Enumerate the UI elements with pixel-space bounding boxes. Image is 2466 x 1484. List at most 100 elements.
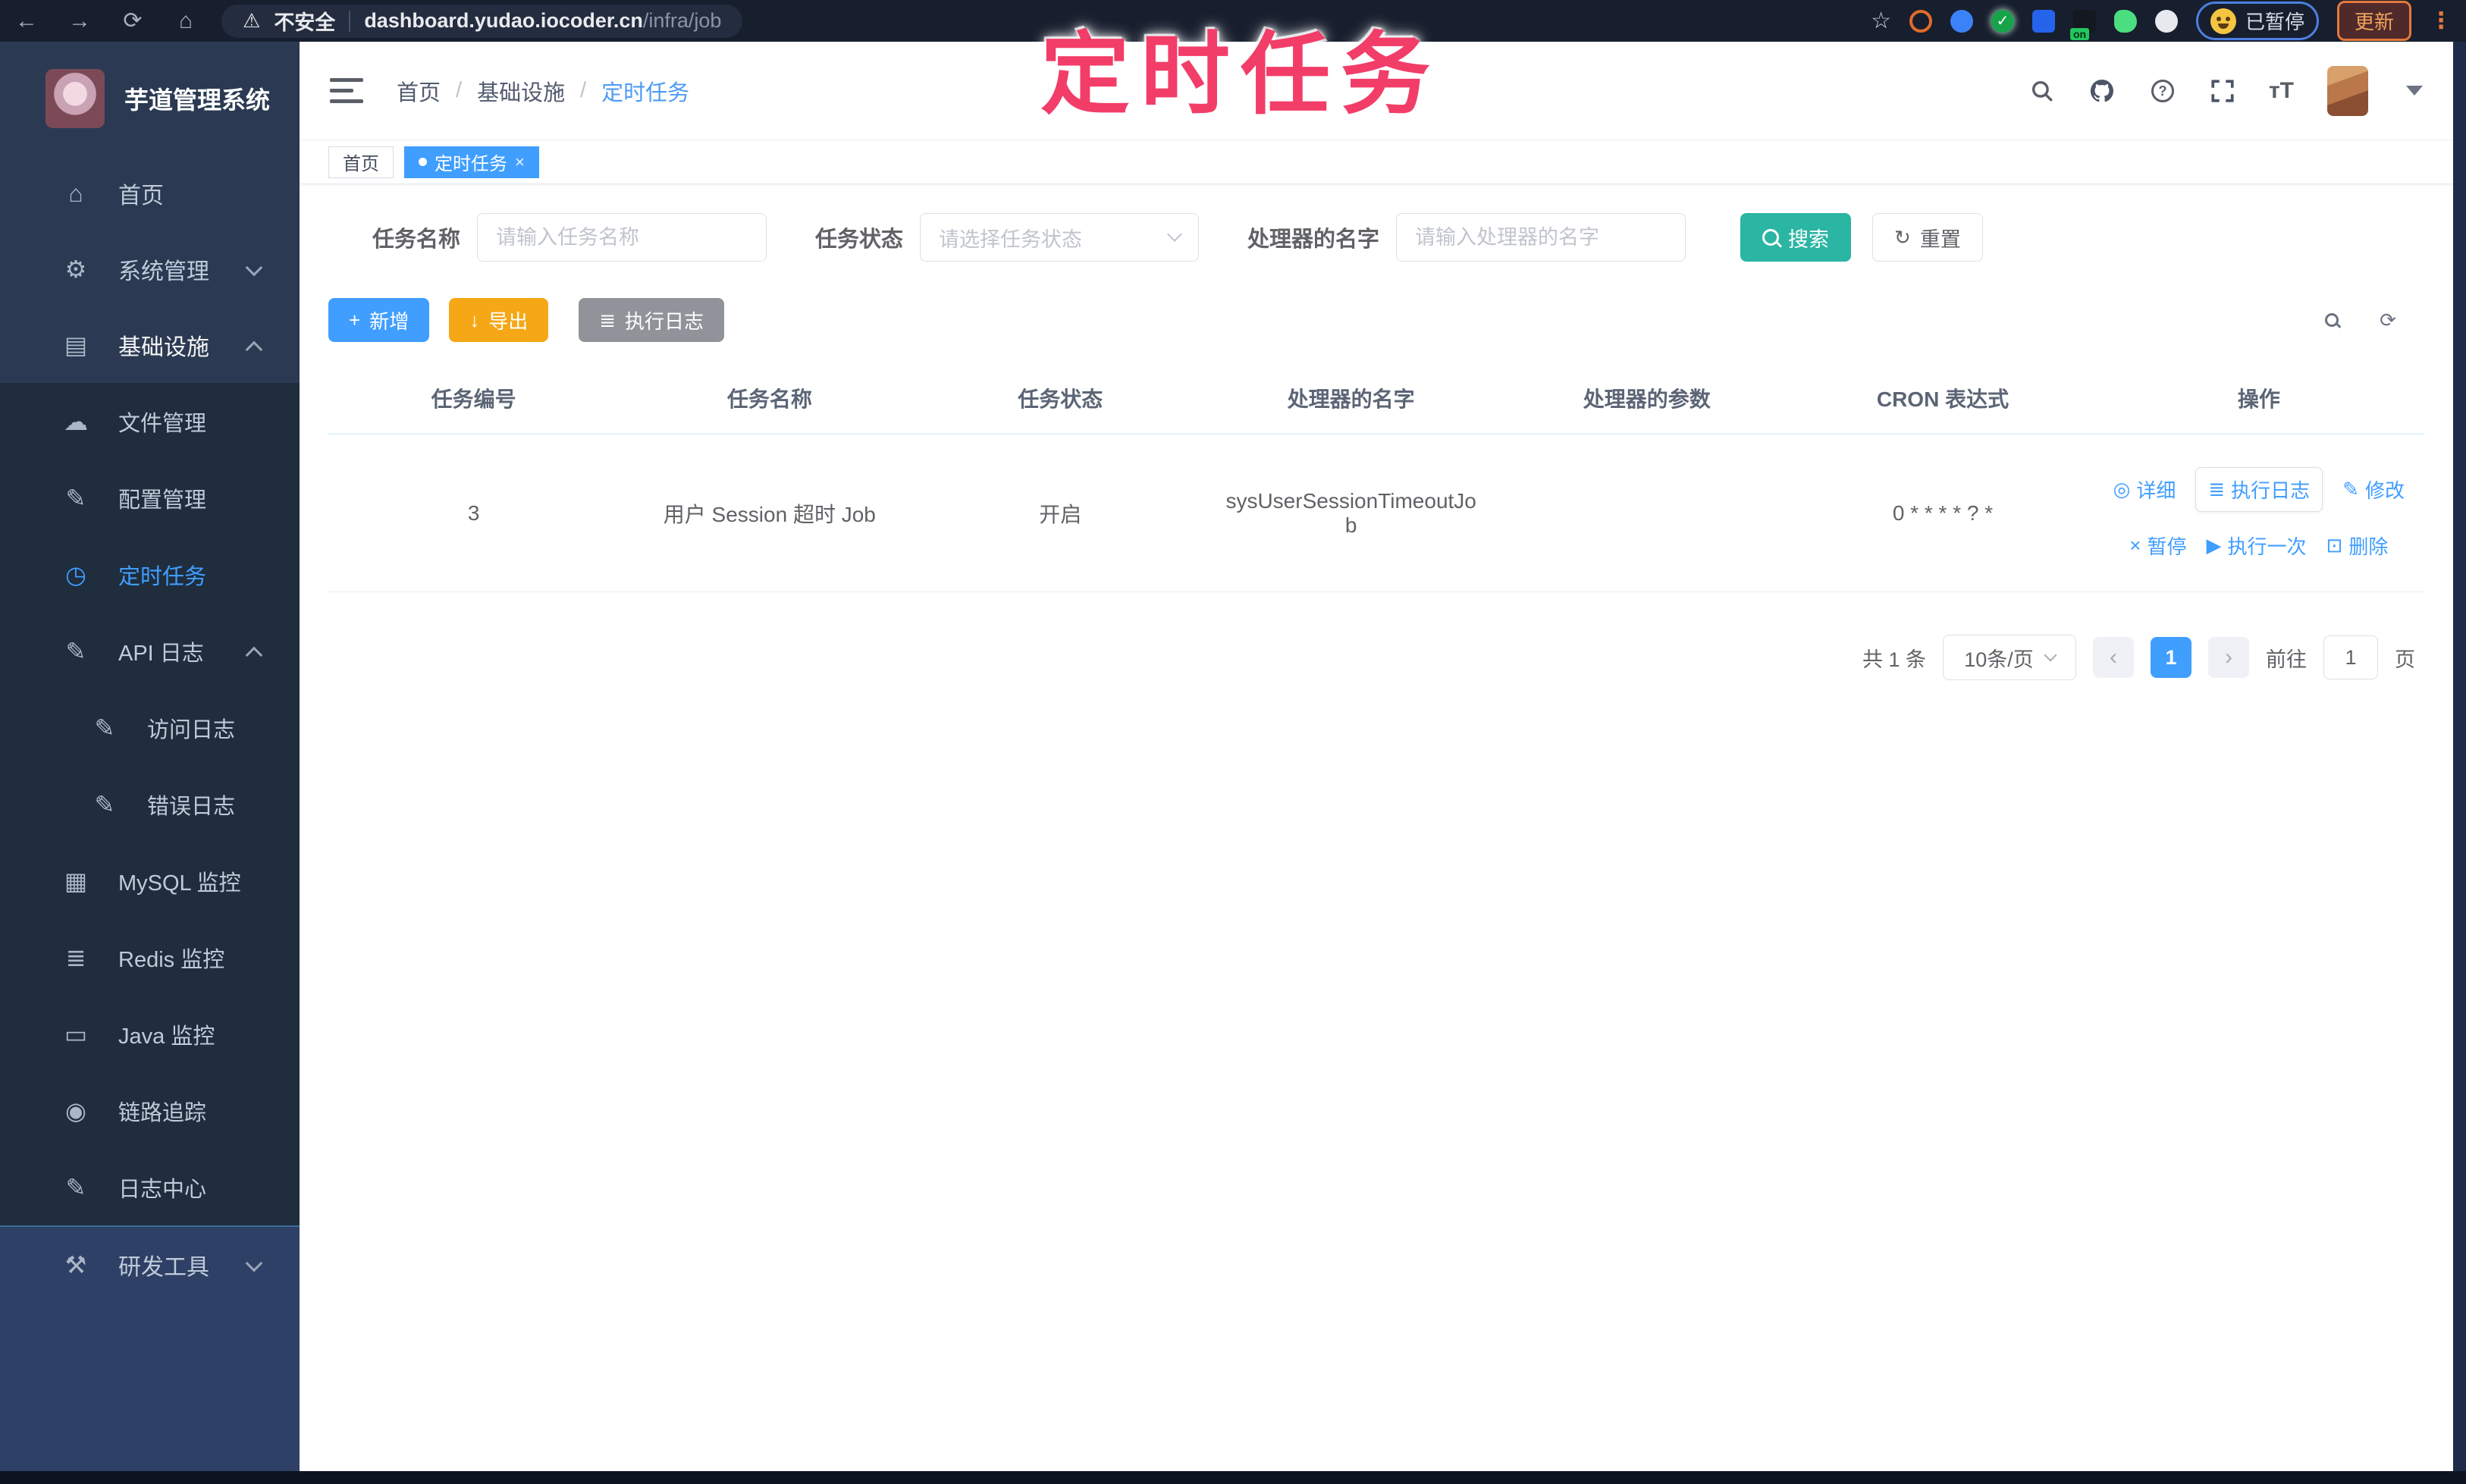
filter-task-name: 任务名称 xyxy=(372,213,767,262)
handler-name-input[interactable] xyxy=(1396,213,1686,262)
sidebar-item-infrastructure[interactable]: ▤ 基础设施 xyxy=(0,307,300,383)
paused-badge-label: 已暂停 xyxy=(2245,11,2304,33)
refresh-icon: ↻ xyxy=(1894,226,1911,249)
access-log-icon: ✎ xyxy=(94,714,115,742)
tag-scheduled-tasks[interactable]: 定时任务 × xyxy=(404,146,539,178)
table-toolbar: + 新增 ↓ 导出 ≣ 执行日志 ⟳ xyxy=(328,298,2424,342)
row-execution-log-link[interactable]: ≣ 执行日志 xyxy=(2195,467,2323,512)
chevron-down-icon xyxy=(245,1254,263,1272)
window-scrollbar[interactable] xyxy=(2453,42,2466,1471)
search-icon[interactable] xyxy=(2029,78,2055,104)
sidebar-item-redis-monitor[interactable]: ≣ Redis 监控 xyxy=(0,919,300,996)
annotation-overlay-text: 定时任务 xyxy=(1040,25,1442,125)
user-menu-caret-icon[interactable] xyxy=(2406,86,2423,96)
help-icon[interactable]: ? xyxy=(2149,77,2176,105)
github-icon[interactable] xyxy=(2088,77,2116,105)
browser-update-button[interactable]: 更新 xyxy=(2336,1,2411,41)
task-status-select[interactable]: 请选择任务状态 xyxy=(920,213,1200,262)
sidebar-item-dev-tools[interactable]: ⚒ 研发工具 xyxy=(0,1227,300,1303)
tag-label: 首页 xyxy=(343,154,379,174)
svg-text:?: ? xyxy=(2158,83,2166,99)
forward-icon[interactable]: → xyxy=(53,8,106,34)
extension-icon-6[interactable] xyxy=(2113,9,2137,33)
goto-page-input[interactable] xyxy=(2323,635,2378,679)
breadcrumb-current: 定时任务 xyxy=(601,80,690,105)
chrome-right-cluster: ☆ ✓ on 已暂停 更新 ⋮ xyxy=(1871,0,2452,42)
page-content: 任务名称 任务状态 请选择任务状态 处理器的名字 搜索 xyxy=(300,184,2453,680)
main-area: 首页 / 基础设施 / 定时任务 ? тT 首页 定时任务 × 任务名称 请输入… xyxy=(300,42,2453,1471)
page-size-select[interactable]: 10条/页 xyxy=(1943,635,2076,680)
tag-close-icon[interactable]: × xyxy=(515,152,525,172)
sidebar-item-mysql-monitor[interactable]: ▦ MySQL 监控 xyxy=(0,842,300,919)
task-name-input[interactable] xyxy=(477,213,767,262)
sidebar-item-scheduled-tasks[interactable]: ◷ 定时任务 xyxy=(0,536,300,613)
bookmark-star-icon[interactable]: ☆ xyxy=(1871,8,1891,34)
col-handler-params: 处理器的参数 xyxy=(1501,363,1793,435)
browser-menu-icon[interactable]: ⋮ xyxy=(2430,8,2452,34)
sidebar-item-home[interactable]: ⌂ 首页 xyxy=(0,155,300,231)
extension-icon-1[interactable] xyxy=(1909,9,1932,33)
detail-link[interactable]: ◎ 详细 xyxy=(2113,475,2176,504)
extension-icon-3[interactable]: ✓ xyxy=(1991,9,2014,33)
sidebar-item-config-management[interactable]: ✎ 配置管理 xyxy=(0,460,300,536)
filter-form: 任务名称 任务状态 请选择任务状态 处理器的名字 搜索 xyxy=(372,213,2424,262)
sidebar-item-system-management[interactable]: ⚙ 系统管理 xyxy=(0,231,300,307)
sidebar-item-label: 系统管理 xyxy=(118,259,209,284)
execution-log-button[interactable]: ≣ 执行日志 xyxy=(579,298,725,342)
sidebar-item-trace[interactable]: ◉ 链路追踪 xyxy=(0,1072,300,1149)
refresh-table-button[interactable]: ⟳ xyxy=(2371,303,2405,337)
app-title: 芋道管理系统 xyxy=(124,86,271,114)
sidebar-item-file-management[interactable]: ☁ 文件管理 xyxy=(0,383,300,460)
back-icon[interactable]: ← xyxy=(0,8,53,34)
user-avatar[interactable] xyxy=(2327,65,2368,116)
breadcrumb: 首页 / 基础设施 / 定时任务 xyxy=(397,75,689,107)
sidebar-item-label: 首页 xyxy=(118,184,164,209)
task-status-placeholder: 请选择任务状态 xyxy=(939,227,1083,251)
eye-icon: ◎ xyxy=(2113,478,2131,500)
toolbox-icon: ⚒ xyxy=(64,1251,87,1278)
sidebar-item-log-center[interactable]: ✎ 日志中心 xyxy=(0,1149,300,1225)
delete-link[interactable]: ⊡ 删除 xyxy=(2326,532,2389,560)
tag-home[interactable]: 首页 xyxy=(328,146,394,178)
extension-icon-5[interactable]: on xyxy=(2069,9,2096,40)
sidebar-item-api-logs[interactable]: ✎ API 日志 xyxy=(0,613,300,689)
navbar-right-cluster: ? тT xyxy=(2029,65,2423,116)
font-size-icon[interactable]: тT xyxy=(2269,78,2294,104)
home-icon[interactable]: ⌂ xyxy=(159,8,212,34)
prev-page-button[interactable]: ‹ xyxy=(2093,637,2134,678)
sidebar-item-access-logs[interactable]: ✎ 访问日志 xyxy=(0,689,300,766)
pause-link[interactable]: × 暂停 xyxy=(2129,532,2186,560)
fullscreen-icon[interactable] xyxy=(2210,78,2235,104)
search-button[interactable]: 搜索 xyxy=(1740,213,1852,262)
sidebar-item-java-monitor[interactable]: ▭ Java 监控 xyxy=(0,996,300,1072)
close-icon: × xyxy=(2129,534,2141,557)
current-page-button[interactable]: 1 xyxy=(2151,637,2191,678)
sidebar-item-error-logs[interactable]: ✎ 错误日志 xyxy=(0,766,300,842)
extension-icon-2[interactable] xyxy=(1950,9,1973,33)
next-page-button[interactable]: › xyxy=(2208,637,2249,678)
breadcrumb-home[interactable]: 首页 xyxy=(397,75,441,107)
run-once-link[interactable]: ▶ 执行一次 xyxy=(2207,532,2307,560)
tag-label: 定时任务 xyxy=(435,154,507,174)
col-cron: CRON 表达式 xyxy=(1792,363,2094,435)
address-bar[interactable]: ⚠ 不安全 dashboard.yudao.iocoder.cn/infra/j… xyxy=(221,4,743,38)
app-logo-block[interactable]: 芋道管理系统 xyxy=(0,42,300,155)
chevron-down-icon xyxy=(245,259,263,277)
extension-icon-4[interactable] xyxy=(2031,9,2055,33)
reload-icon[interactable]: ⟳ xyxy=(106,8,159,34)
extension-icon-7[interactable] xyxy=(2154,9,2178,33)
edit-link[interactable]: ✎ 修改 xyxy=(2342,475,2405,504)
paused-extension-chip[interactable]: 已暂停 xyxy=(2195,2,2319,40)
reset-button[interactable]: ↻ 重置 xyxy=(1872,213,1983,262)
sidebar-item-label: 文件管理 xyxy=(118,411,207,436)
breadcrumb-infrastructure[interactable]: 基础设施 xyxy=(477,75,565,107)
add-button[interactable]: + 新增 xyxy=(328,298,430,342)
sidebar-item-label: 基础设施 xyxy=(118,335,209,360)
export-button[interactable]: ↓ 导出 xyxy=(449,298,549,342)
infrastructure-submenu: ☁ 文件管理 ✎ 配置管理 ◷ 定时任务 ✎ API 日志 ✎ 访问日志 ✎ 错… xyxy=(0,383,300,1225)
not-secure-warning-icon: ⚠ xyxy=(243,9,261,32)
sidebar-collapse-icon[interactable] xyxy=(330,78,363,103)
toggle-search-button[interactable] xyxy=(2315,303,2348,337)
sidebar-item-label: 配置管理 xyxy=(118,488,207,513)
add-button-label: 新增 xyxy=(369,309,409,333)
